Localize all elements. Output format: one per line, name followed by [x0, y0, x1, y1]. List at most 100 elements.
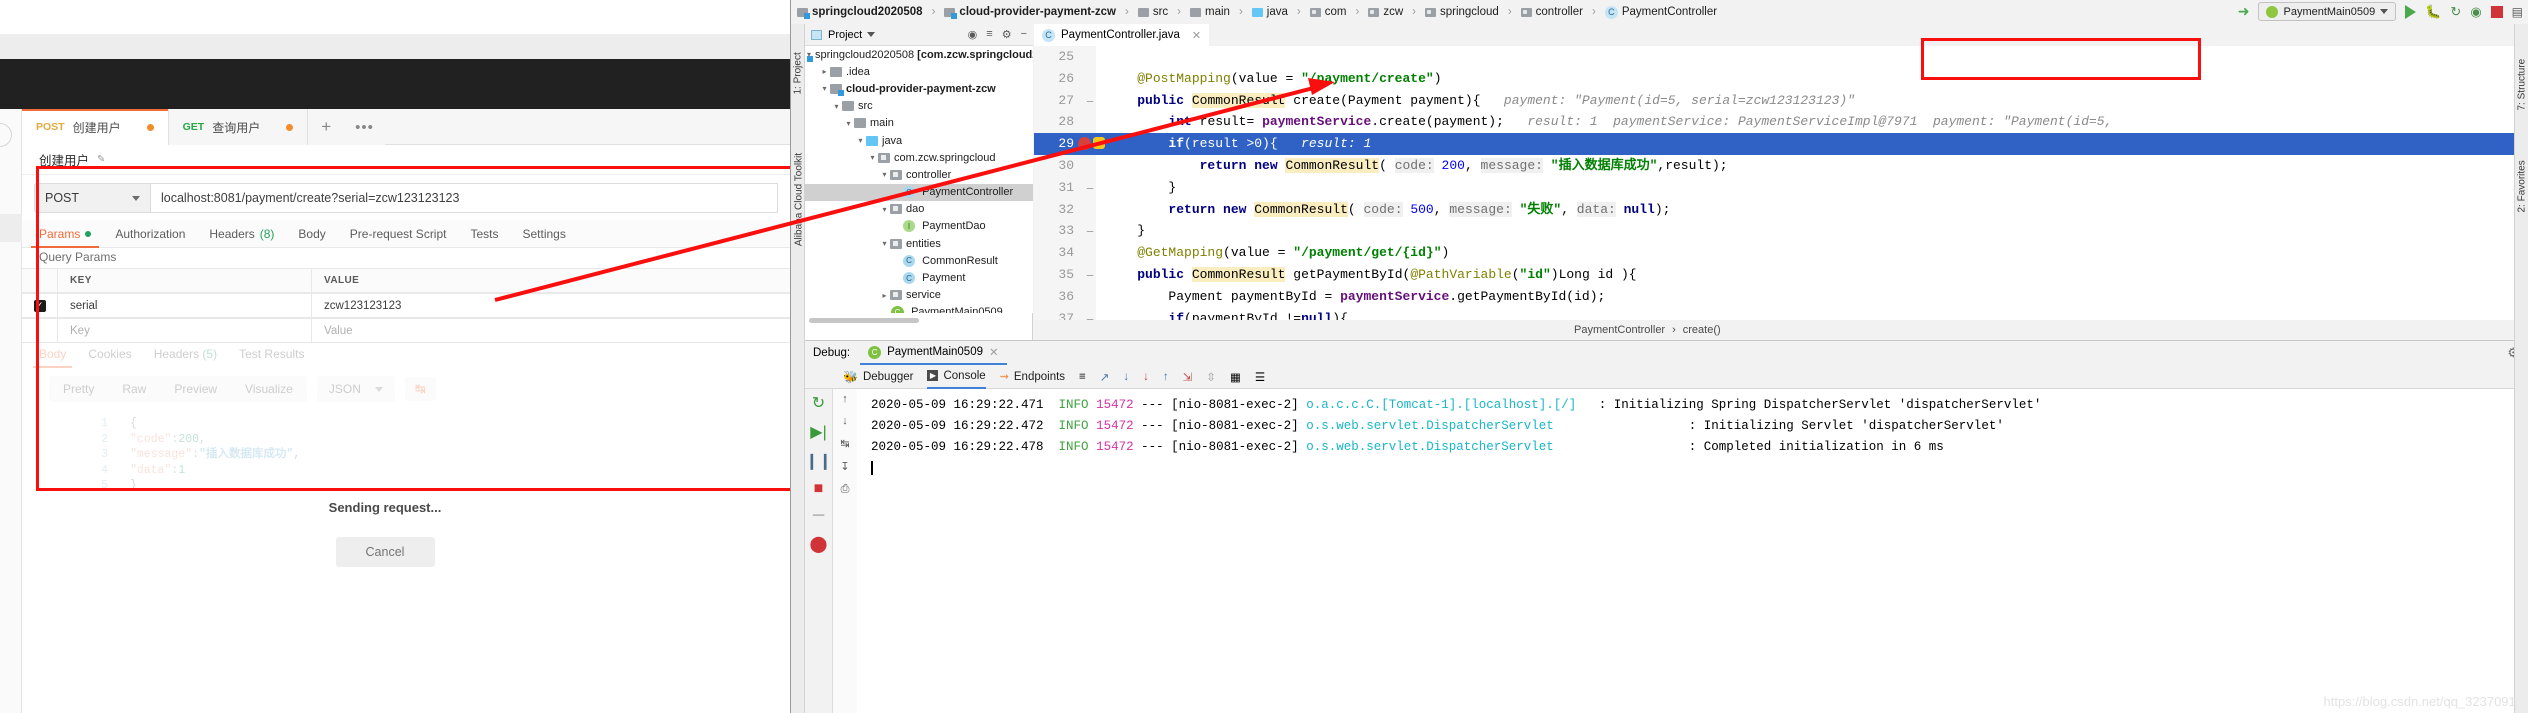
fold-marker-icon[interactable]: ⚊: [1086, 177, 1094, 199]
scroll-to-end-icon[interactable]: ↧: [840, 460, 849, 473]
breadcrumb-item[interactable]: src: [1153, 6, 1168, 18]
run-icon[interactable]: [2405, 4, 2417, 19]
chevron-down-icon[interactable]: [867, 32, 876, 37]
breadcrumb-item[interactable]: controller: [1536, 6, 1583, 18]
code-line[interactable]: 28 int result= paymentService.create(pay…: [1034, 111, 2528, 133]
breadcrumb-item[interactable]: zcw: [1383, 6, 1403, 18]
project-horizontal-scrollbar[interactable]: [809, 318, 919, 323]
console-output[interactable]: 2020-05-09 16:29:22.471 INFO 15472 --- […: [857, 389, 2528, 713]
breadcrumb-item[interactable]: java: [1267, 6, 1288, 18]
tree-item-entities[interactable]: ▾ entities: [805, 235, 1033, 252]
layout-menu-icon[interactable]: ≡: [1079, 371, 1086, 383]
tree-item-com-zcw-springcloud[interactable]: ▾ com.zcw.springcloud: [805, 149, 1033, 166]
tool-window-favorites[interactable]: 2: Favorites: [2517, 160, 2528, 212]
rerun-icon[interactable]: ↻: [812, 393, 825, 413]
code-line[interactable]: 25: [1034, 46, 2528, 68]
intention-bulb-icon[interactable]: [1093, 137, 1105, 150]
code-line[interactable]: 27 ⚊ public CommonResult create(Payment p…: [1034, 90, 2528, 112]
close-icon[interactable]: ✕: [989, 345, 999, 359]
tree-item-payment[interactable]: C Payment: [805, 269, 1033, 286]
code-line[interactable]: 30 return new CommonResult( code: 200, m…: [1034, 155, 2528, 177]
tree-item-dao[interactable]: ▾ dao: [805, 201, 1033, 218]
breadcrumb-item[interactable]: cloud-provider-payment-zcw: [959, 6, 1116, 18]
close-icon[interactable]: ✕: [1192, 29, 1201, 42]
minimize-icon[interactable]: −: [1021, 28, 1027, 41]
breadcrumb-item[interactable]: main: [1205, 6, 1230, 18]
force-step-into-icon[interactable]: ↓: [1143, 371, 1149, 383]
breadcrumb-item[interactable]: springcloud: [1440, 6, 1499, 18]
tree-item-controller[interactable]: ▾ controller: [805, 166, 1033, 183]
expand-arrow-icon[interactable]: ▾: [843, 119, 854, 128]
tool-window-alibaba-cloud-toolkit[interactable]: Alibaba Cloud Toolkit: [794, 140, 805, 260]
expand-arrow-icon[interactable]: ▸: [819, 67, 830, 76]
tab-more-button[interactable]: •••: [344, 109, 385, 145]
code-line[interactable]: 32 return new CommonResult( code: 500, m…: [1034, 199, 2528, 221]
breadcrumb-item[interactable]: PaymentController: [1622, 6, 1717, 18]
code-editor[interactable]: 25 26 @PostMapping(value = "/payment/crea…: [1034, 46, 2528, 320]
code-line[interactable]: 37 ⚊ if(paymentById !=null){: [1034, 308, 2528, 320]
code-line[interactable]: 31 ⚊ }: [1034, 177, 2528, 199]
expand-arrow-icon[interactable]: ▾: [879, 239, 890, 248]
tree-item-main[interactable]: ▾ main: [805, 115, 1033, 132]
view-breakpoints-icon[interactable]: ⬤: [810, 534, 828, 554]
debug-tab-debugger[interactable]: 🐝 Debugger: [843, 365, 913, 389]
rerun-icon[interactable]: ↻: [2450, 4, 2461, 20]
debug-session-tab[interactable]: C PaymentMain0509 ✕: [860, 341, 1007, 365]
tree-item-paymentdao[interactable]: I PaymentDao: [805, 218, 1033, 235]
debug-icon[interactable]: 🐛: [2425, 4, 2441, 20]
code-line[interactable]: 35 ⚊ public CommonResult getPaymentById(@…: [1034, 264, 2528, 286]
step-over-icon[interactable]: ↗: [1100, 370, 1110, 384]
expand-arrow-icon[interactable]: ▾: [855, 136, 866, 145]
tree-item-paymentmain0509[interactable]: C PaymentMain0509: [805, 304, 1033, 313]
expand-arrow-icon[interactable]: ▾: [879, 170, 890, 179]
tree-item-src[interactable]: ▾ src: [805, 98, 1033, 115]
tool-window-project[interactable]: 1: Project: [793, 52, 804, 94]
gear-icon[interactable]: ⚙: [1002, 28, 1012, 41]
step-into-icon[interactable]: ↓: [1123, 371, 1129, 383]
fold-marker-icon[interactable]: ⚊: [1086, 308, 1094, 320]
tree-item-springcloud2020508[interactable]: ▾ springcloud2020508 [com.zcw.springcloud…: [805, 46, 1033, 63]
locate-icon[interactable]: ◉: [968, 28, 978, 41]
tree-item-cloud-provider-payment-zcw[interactable]: ▾ cloud-provider-payment-zcw: [805, 80, 1033, 97]
expand-arrow-icon[interactable]: ▾: [867, 153, 878, 162]
debug-tab-console[interactable]: ▶ Console: [927, 365, 986, 389]
editor-tab-paymentcontroller[interactable]: C PaymentController.java ✕: [1034, 24, 1210, 46]
expand-arrow-icon[interactable]: ▸: [879, 291, 890, 300]
expand-arrow-icon[interactable]: ▾: [831, 102, 842, 111]
build-arrow-icon[interactable]: ➜: [2238, 3, 2250, 20]
debug-tab-endpoints[interactable]: ⇝ Endpoints: [1000, 365, 1065, 389]
new-tab-button[interactable]: +: [308, 109, 345, 145]
request-tab-create[interactable]: POST 创建用户: [22, 109, 169, 145]
stop-icon[interactable]: ■: [814, 480, 824, 498]
cancel-button[interactable]: Cancel: [335, 537, 435, 567]
evaluate-expression-icon[interactable]: ⇳: [1206, 370, 1216, 384]
breakpoint-icon[interactable]: [1078, 137, 1091, 151]
resume-icon[interactable]: ▶|: [810, 422, 826, 442]
tree-item-service[interactable]: ▸ service: [805, 287, 1033, 304]
layout-icon[interactable]: ▤: [2512, 5, 2523, 19]
tree-item-idea[interactable]: ▸ .idea: [805, 63, 1033, 80]
fold-marker-icon[interactable]: ⚊: [1086, 264, 1094, 286]
breadcrumb-item[interactable]: springcloud2020508: [812, 6, 923, 18]
code-line[interactable]: 26 @PostMapping(value = "/payment/create…: [1034, 68, 2528, 90]
editor-breadcrumb-class[interactable]: PaymentController: [1574, 324, 1665, 336]
settings-list-icon[interactable]: ☰: [1255, 370, 1265, 384]
fold-marker-icon[interactable]: ⚊: [1086, 90, 1094, 112]
tree-item-paymentcontroller[interactable]: C PaymentController: [805, 183, 1033, 201]
breadcrumb-item[interactable]: com: [1325, 6, 1347, 18]
table-view-icon[interactable]: ▦: [1230, 370, 1241, 384]
expand-arrow-icon[interactable]: ▾: [879, 205, 890, 214]
edit-pencil-icon[interactable]: ✎: [97, 154, 105, 165]
pause-icon[interactable]: ❙❙: [805, 451, 832, 471]
run-to-cursor-icon[interactable]: ⇲: [1183, 370, 1193, 384]
code-line[interactable]: 36 Payment paymentById = paymentService.…: [1034, 286, 2528, 308]
code-line[interactable]: 34 @GetMapping(value = "/payment/get/{id…: [1034, 242, 2528, 264]
fold-marker-icon[interactable]: ⚊: [1086, 220, 1094, 242]
code-line[interactable]: 29 if(result >0){ result: 1: [1034, 133, 2528, 155]
tree-item-java[interactable]: ▾ java: [805, 132, 1033, 149]
stop-icon[interactable]: [2490, 5, 2503, 18]
tool-window-structure[interactable]: 7: Structure: [2517, 59, 2528, 111]
step-out-icon[interactable]: ↑: [1163, 371, 1169, 383]
mute-breakpoints-icon[interactable]: ─: [813, 507, 824, 525]
expand-arrow-icon[interactable]: ▾: [819, 84, 830, 93]
